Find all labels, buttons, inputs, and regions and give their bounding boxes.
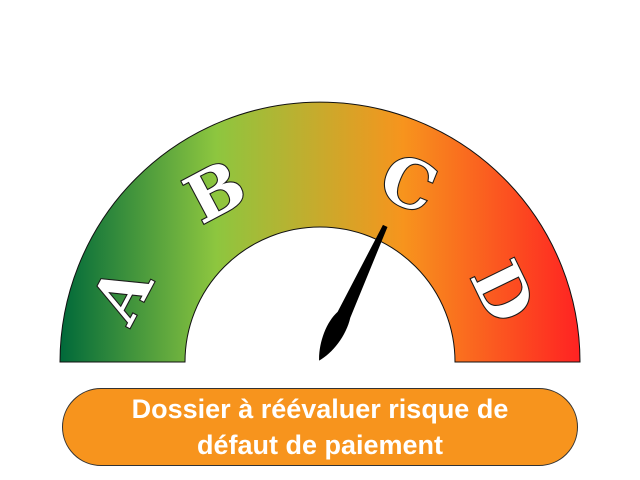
risk-status-text: Dossier à réévaluer risque de défaut de …	[132, 391, 509, 463]
banner-line-1: Dossier à réévaluer risque de	[131, 394, 509, 424]
gauge-needle	[319, 224, 388, 361]
banner-line-2: défaut de paiement	[196, 430, 444, 460]
risk-status-banner: Dossier à réévaluer risque de défaut de …	[62, 388, 578, 466]
